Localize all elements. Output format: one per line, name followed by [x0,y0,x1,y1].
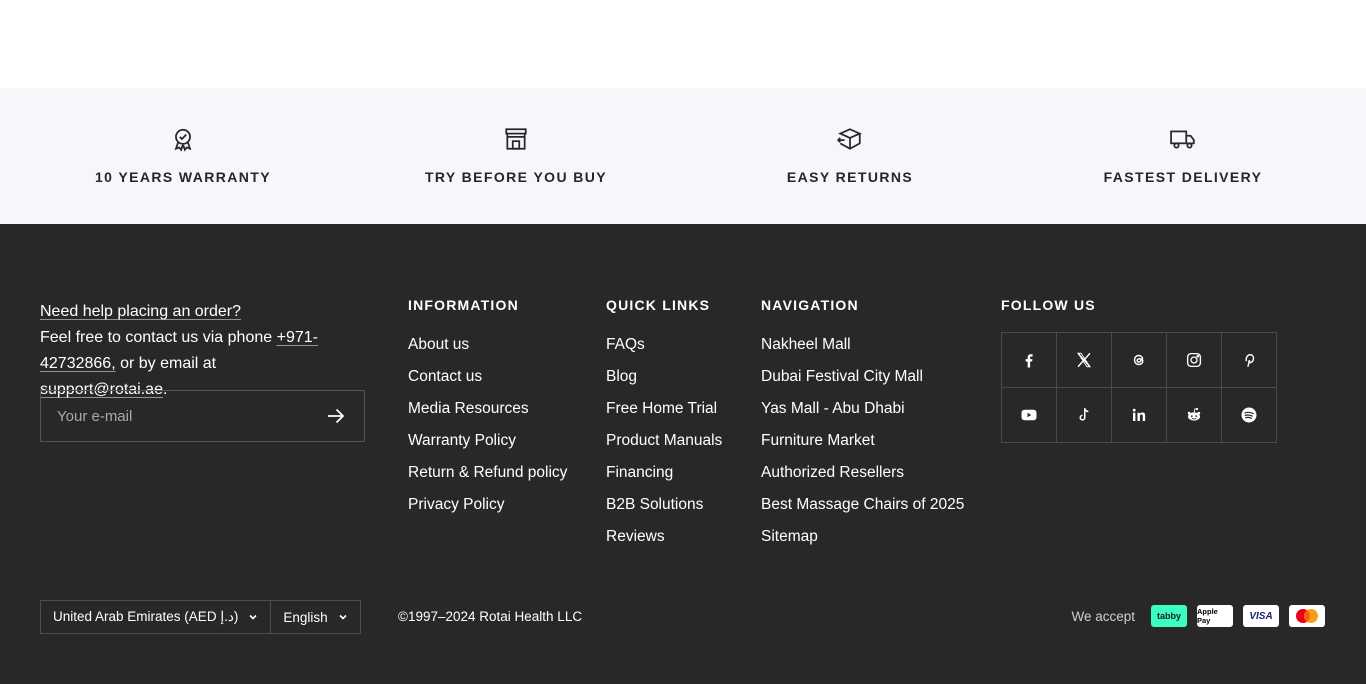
footer-link-financing[interactable]: Financing [606,463,722,483]
social-tiktok-link[interactable] [1057,388,1112,443]
reddit-icon [1187,407,1201,421]
store-icon [505,128,527,150]
country-currency-select[interactable]: United Arab Emirates (AED د.إ) [41,601,270,633]
feature-label: TRY BEFORE YOU BUY [424,169,608,185]
footer-link-yas-mall[interactable]: Yas Mall - Abu Dhabi [761,399,964,419]
mastercard-payment-icon [1289,605,1325,627]
newsletter-email-input[interactable] [41,391,308,441]
feature-fastest-delivery: FASTEST DELIVERY [1053,88,1313,224]
follow-us-title: FOLLOW US [1001,297,1096,313]
footer-link-blog[interactable]: Blog [606,367,722,387]
feature-warranty: 10 YEARS WARRANTY [53,88,313,224]
feature-easy-returns: EASY RETURNS [720,88,980,224]
pinterest-icon [1245,354,1255,367]
apple-pay-label: Apple Pay [1197,607,1218,625]
social-facebook-link[interactable] [1002,333,1057,388]
social-threads-link[interactable] [1112,333,1167,388]
social-linkedin-link[interactable] [1112,388,1167,443]
footer-link-faqs[interactable]: FAQs [606,335,722,355]
award-ribbon-icon [174,128,192,152]
tabby-payment-icon: tabby [1151,605,1187,627]
language-value: English [283,609,328,625]
social-reddit-link[interactable] [1167,388,1222,443]
footer-link-authorized-resellers[interactable]: Authorized Resellers [761,463,964,483]
footer-link-nakheel-mall[interactable]: Nakheel Mall [761,335,964,355]
delivery-truck-icon [1170,130,1195,149]
help-heading-link[interactable]: Need help placing an order? [40,303,241,320]
social-pinterest-link[interactable] [1222,333,1277,388]
help-text: Feel free to contact us via phone [40,329,277,346]
language-select[interactable]: English [270,601,359,633]
social-links-grid [1001,332,1277,443]
footer-link-furniture-market[interactable]: Furniture Market [761,431,964,451]
social-youtube-link[interactable] [1002,388,1057,443]
order-help-block: Need help placing an order? Feel free to… [40,299,340,403]
tabby-label: tabby [1156,611,1181,621]
newsletter-submit-button[interactable] [308,391,364,441]
feature-label: FASTEST DELIVERY [1103,169,1263,185]
country-currency-value: United Arab Emirates (AED د.إ) [53,609,239,624]
follow-us-column: FOLLOW US [1001,297,1096,335]
youtube-icon [1021,409,1037,421]
tiktok-icon [1079,408,1089,421]
facebook-icon [1025,354,1033,368]
apple-pay-payment-icon: Apple Pay [1197,605,1233,627]
information-title: INFORMATION [408,297,519,313]
information-column: INFORMATION About us Contact us Media Re… [408,297,567,527]
visa-payment-icon: VISA [1243,605,1279,627]
spotify-icon [1241,407,1257,423]
footer-link-sitemap[interactable]: Sitemap [761,527,964,547]
newsletter-form [40,390,365,442]
quick-links-title: QUICK LINKS [606,297,711,313]
help-text: or by email at [115,355,217,372]
footer-link-contact-us[interactable]: Contact us [408,367,567,387]
arrow-right-icon [328,408,345,424]
chevron-down-icon [339,614,347,620]
x-twitter-icon [1077,352,1091,368]
footer-link-return-refund[interactable]: Return & Refund policy [408,463,567,483]
footer-link-warranty-policy[interactable]: Warranty Policy [408,431,567,451]
linkedin-icon [1132,408,1146,421]
social-instagram-link[interactable] [1167,333,1222,388]
return-box-icon [837,128,862,150]
threads-icon [1133,354,1144,366]
features-bar: 10 YEARS WARRANTY TRY BEFORE YOU BUY EAS… [0,88,1366,224]
copyright-text: ©1997–2024 Rotai Health LLC [398,609,583,624]
navigation-title: NAVIGATION [761,297,859,313]
footer-bottom-bar: United Arab Emirates (AED د.إ) English ©… [0,600,1366,634]
footer-link-dubai-festival-city-mall[interactable]: Dubai Festival City Mall [761,367,964,387]
chevron-down-icon [249,614,257,620]
feature-label: EASY RETURNS [786,169,914,185]
mastercard-logo [1296,609,1318,623]
locale-selectors: United Arab Emirates (AED د.إ) English [40,600,361,634]
social-spotify-link[interactable] [1222,388,1277,443]
site-footer: Need help placing an order? Feel free to… [0,224,1366,684]
navigation-column: NAVIGATION Nakheel Mall Dubai Festival C… [761,297,964,559]
footer-link-media-resources[interactable]: Media Resources [408,399,567,419]
payment-methods: We accept tabby Apple Pay VISA [1071,605,1325,627]
feature-try-before-buy: TRY BEFORE YOU BUY [386,88,646,224]
social-x-link[interactable] [1057,333,1112,388]
feature-label: 10 YEARS WARRANTY [94,169,272,185]
we-accept-label: We accept [1071,608,1135,624]
visa-label: VISA [1249,610,1273,622]
quick-links-column: QUICK LINKS FAQs Blog Free Home Trial Pr… [606,297,722,559]
page-top-section [0,0,1366,88]
footer-link-b2b-solutions[interactable]: B2B Solutions [606,495,722,515]
footer-link-privacy-policy[interactable]: Privacy Policy [408,495,567,515]
instagram-icon [1186,352,1202,368]
footer-link-reviews[interactable]: Reviews [606,527,722,547]
footer-link-best-massage-chairs[interactable]: Best Massage Chairs of 2025 [761,495,964,515]
footer-link-free-home-trial[interactable]: Free Home Trial [606,399,722,419]
footer-link-about-us[interactable]: About us [408,335,567,355]
footer-link-product-manuals[interactable]: Product Manuals [606,431,722,451]
